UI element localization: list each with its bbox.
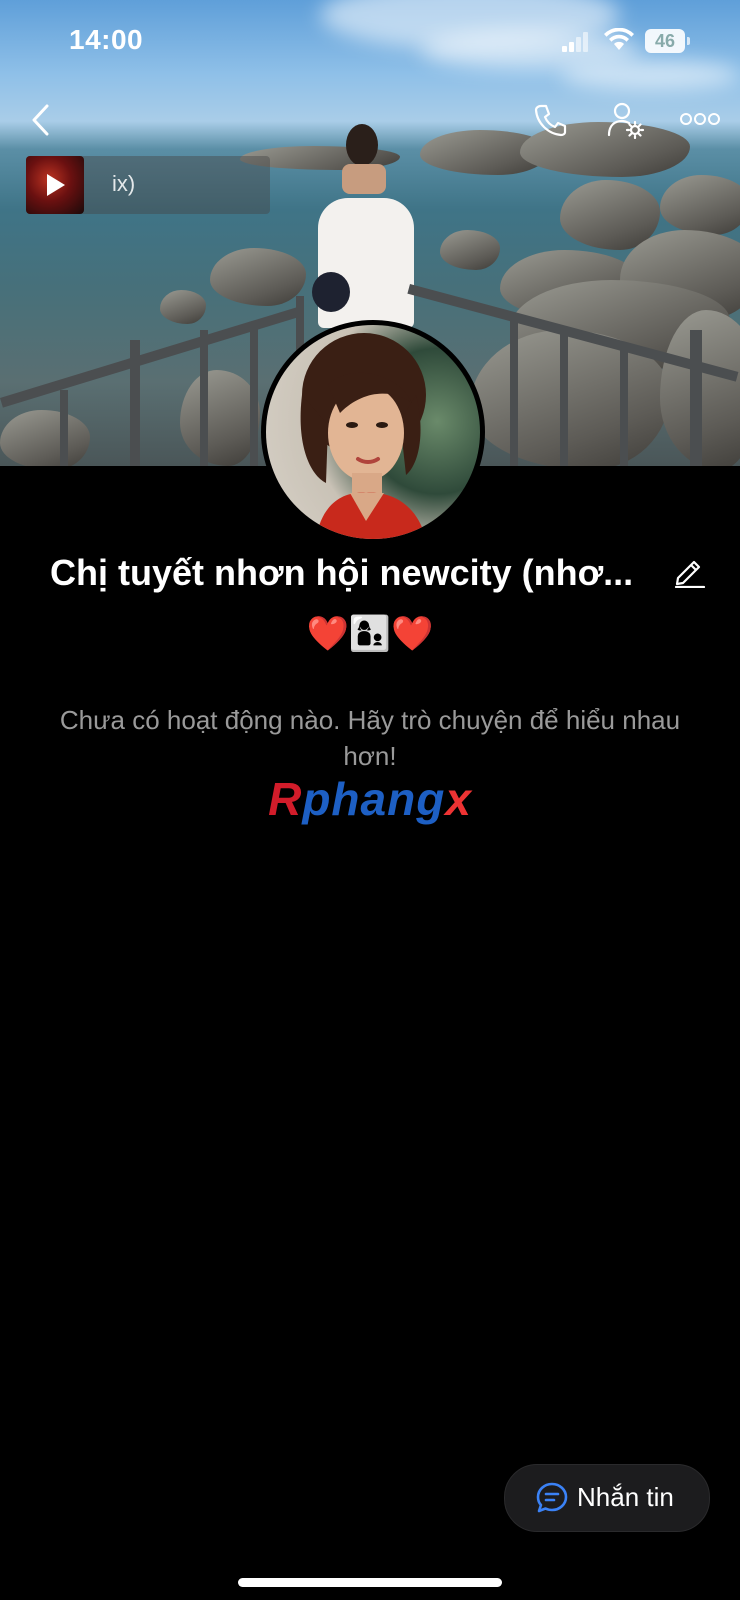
status-time: 14:00 [69, 24, 144, 55]
message-button-label: Nhắn tin [577, 1482, 674, 1512]
avatar[interactable] [266, 325, 480, 539]
battery-level: 46 [645, 29, 685, 53]
play-icon [47, 174, 65, 196]
music-title: ix) [112, 171, 136, 196]
edit-name-button[interactable] [672, 554, 706, 589]
battery-tip [687, 37, 690, 45]
status-bar: 14:00 46 [0, 0, 740, 84]
cellular-signal-icon [562, 32, 588, 52]
empty-activity-message: Chưa có hoạt động nào. Hãy trò chuyện để… [59, 705, 681, 771]
watermark-middle: phang [302, 773, 446, 825]
call-button[interactable] [530, 100, 570, 140]
pencil-icon [674, 560, 706, 589]
watermark-logo: Rphangx [0, 772, 740, 826]
chat-bubble-icon [536, 1482, 568, 1513]
home-indicator[interactable] [238, 1578, 502, 1587]
chevron-left-icon [32, 104, 49, 136]
more-horizontal-icon [680, 113, 720, 125]
back-button[interactable] [22, 100, 58, 140]
phone-icon [534, 104, 567, 137]
profile-bio: ❤️👩‍👦❤️ [306, 614, 434, 654]
profile-settings-button[interactable] [606, 100, 646, 140]
wifi-icon [604, 28, 634, 50]
profile-music-chip[interactable]: ix) [26, 156, 270, 214]
watermark-first: R [268, 773, 303, 825]
profile-name-row: Chị tuyết nhơn hội newcity (nhơ... [0, 548, 740, 602]
more-options-button[interactable] [676, 104, 724, 134]
watermark-last: x [445, 773, 472, 825]
music-thumbnail[interactable] [26, 156, 84, 214]
avatar-portrait [300, 333, 426, 539]
message-button[interactable]: Nhắn tin [504, 1464, 710, 1532]
profile-name: Chị tuyết nhơn hội newcity (nhơ... [50, 552, 634, 593]
user-settings-icon [607, 102, 645, 139]
